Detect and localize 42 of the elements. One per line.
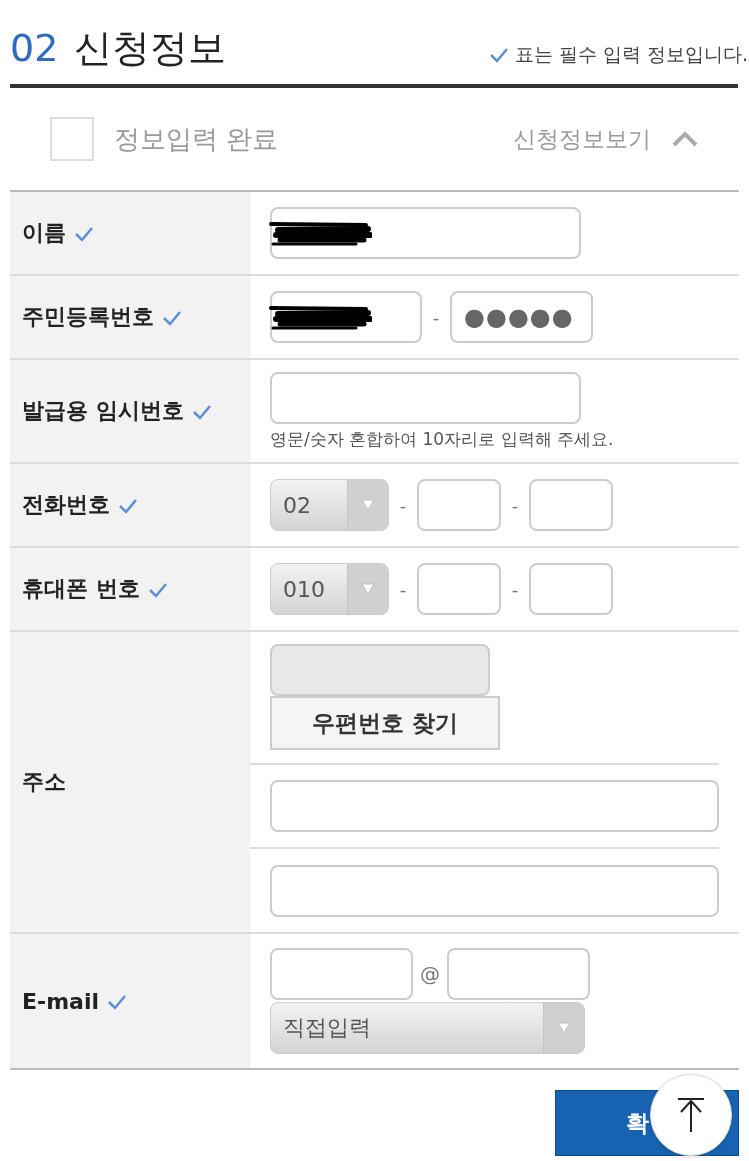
hint-text: 영문/숫자 혼합하여 10자리로 입력해 주세요.	[270, 427, 614, 451]
input-field[interactable]	[270, 207, 581, 259]
checkbox-label: 정보입력 완료	[114, 122, 279, 156]
zip-search-button[interactable]: 우편번호 찾기	[270, 696, 500, 750]
input-field[interactable]	[270, 948, 413, 1000]
dropdown-arrow-icon	[361, 583, 375, 595]
field-label: 휴대폰 번호	[22, 575, 140, 603]
field-label: 주소	[22, 768, 66, 796]
input-field[interactable]	[417, 479, 501, 531]
field-label: 주민등록번호	[22, 303, 154, 331]
chevron-icon	[671, 131, 699, 147]
separator: -	[510, 578, 520, 600]
arrow-up-icon	[676, 1097, 706, 1133]
dropdown[interactable]: 010	[270, 563, 389, 615]
at-sign: @	[419, 962, 441, 986]
required-note: 표는 필수 입력 정보입니다.	[514, 42, 748, 67]
input-field[interactable]	[447, 948, 590, 1000]
separator: -	[398, 494, 408, 516]
input-field[interactable]	[270, 780, 719, 832]
input-field[interactable]: ●●●●●	[450, 291, 593, 343]
field-label: 이름	[22, 219, 66, 247]
field-label: 발급용 임시번호	[22, 397, 184, 425]
checkbox[interactable]	[50, 117, 94, 161]
input-field[interactable]	[529, 479, 613, 531]
dropdown[interactable]: 직접입력	[270, 1002, 585, 1054]
input-field[interactable]	[529, 563, 613, 615]
dropdown-arrow-icon	[557, 1022, 571, 1034]
zip-field[interactable]	[270, 644, 490, 696]
separator: -	[510, 494, 520, 516]
separator: -	[431, 306, 441, 328]
check-icon	[488, 47, 509, 63]
dropdown[interactable]: 02	[270, 479, 389, 531]
separator: -	[398, 578, 408, 600]
input-field[interactable]	[270, 371, 581, 424]
field-label: E-mail	[22, 988, 99, 1014]
dropdown-arrow-icon	[361, 499, 375, 511]
field-label: 전화번호	[22, 491, 110, 519]
section-title: 신청정보	[74, 25, 227, 72]
input-field[interactable]	[417, 563, 501, 615]
section-number: 02	[10, 26, 59, 70]
input-field[interactable]	[270, 865, 719, 917]
input-field[interactable]	[270, 291, 422, 343]
